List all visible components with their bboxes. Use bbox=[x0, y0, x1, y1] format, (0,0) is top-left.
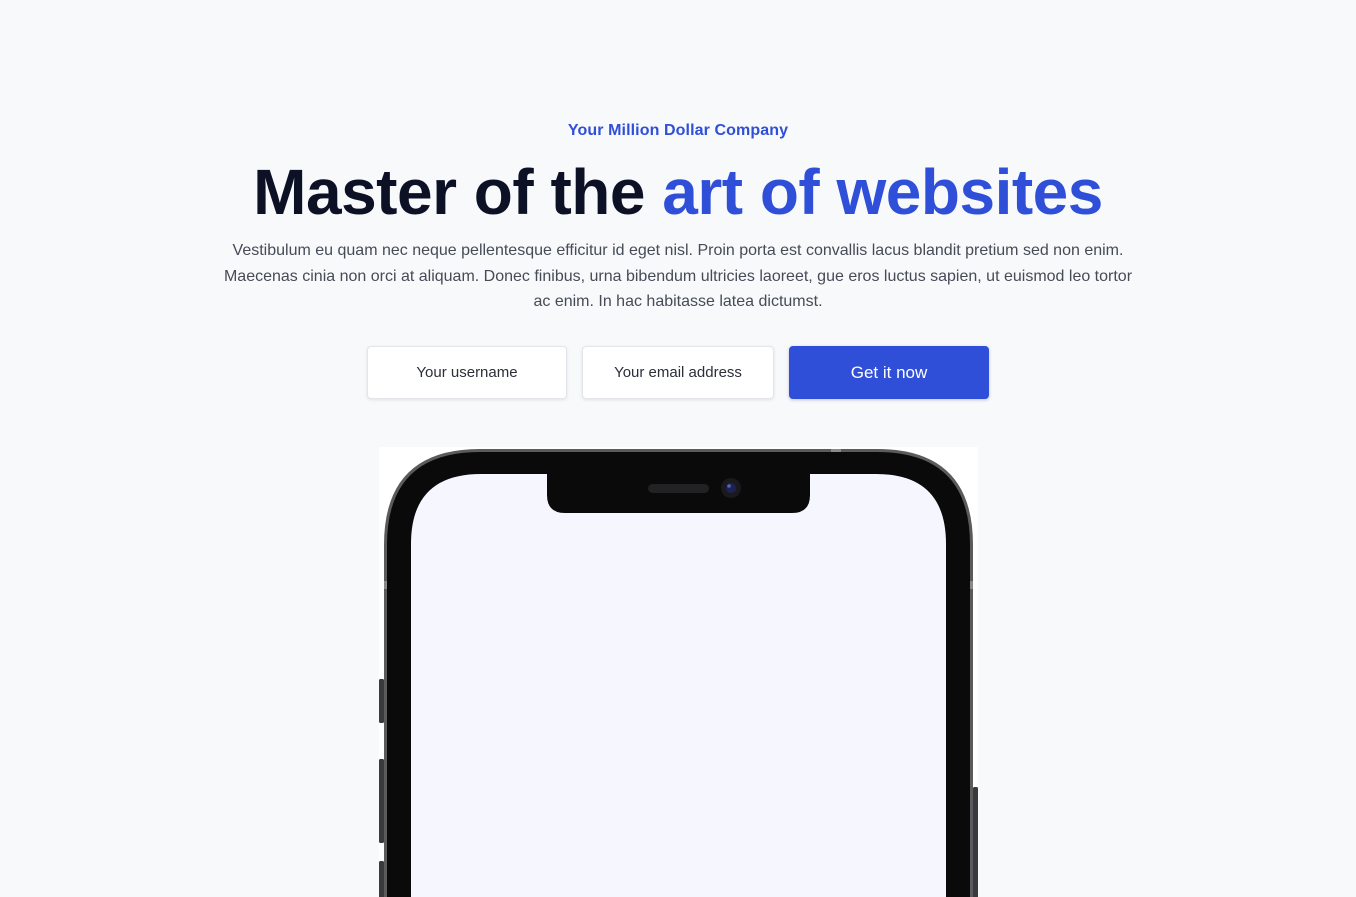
volume-up-button bbox=[379, 759, 384, 843]
username-input[interactable] bbox=[367, 346, 567, 399]
camera-lens-glint bbox=[727, 484, 731, 488]
power-button bbox=[973, 787, 978, 897]
hero-eyebrow: Your Million Dollar Company bbox=[567, 122, 789, 139]
antenna-line-right bbox=[970, 581, 973, 589]
get-it-now-button[interactable]: Get it now bbox=[789, 346, 989, 399]
signup-form: Get it now bbox=[0, 346, 1356, 400]
earpiece-speaker bbox=[648, 484, 709, 493]
hero-lead-paragraph: Vestibulum eu quam nec neque pellentesqu… bbox=[223, 242, 1133, 310]
antenna-line-left bbox=[384, 581, 387, 589]
phone-screen bbox=[411, 474, 946, 897]
smartphone-mockup-icon bbox=[379, 449, 978, 897]
phone-mockup bbox=[379, 447, 978, 897]
headline-accent-text: art of websites bbox=[662, 156, 1103, 228]
email-input[interactable] bbox=[582, 346, 774, 399]
mute-switch bbox=[379, 679, 384, 723]
antenna-line-top bbox=[831, 449, 841, 452]
camera-lens bbox=[726, 483, 736, 493]
headline-main-text: Master of the bbox=[253, 156, 663, 228]
hero-headline: Master of the art of websites bbox=[0, 156, 1356, 228]
hero-section: Your Million Dollar Company Master of th… bbox=[0, 0, 1356, 897]
volume-down-button bbox=[379, 861, 384, 897]
